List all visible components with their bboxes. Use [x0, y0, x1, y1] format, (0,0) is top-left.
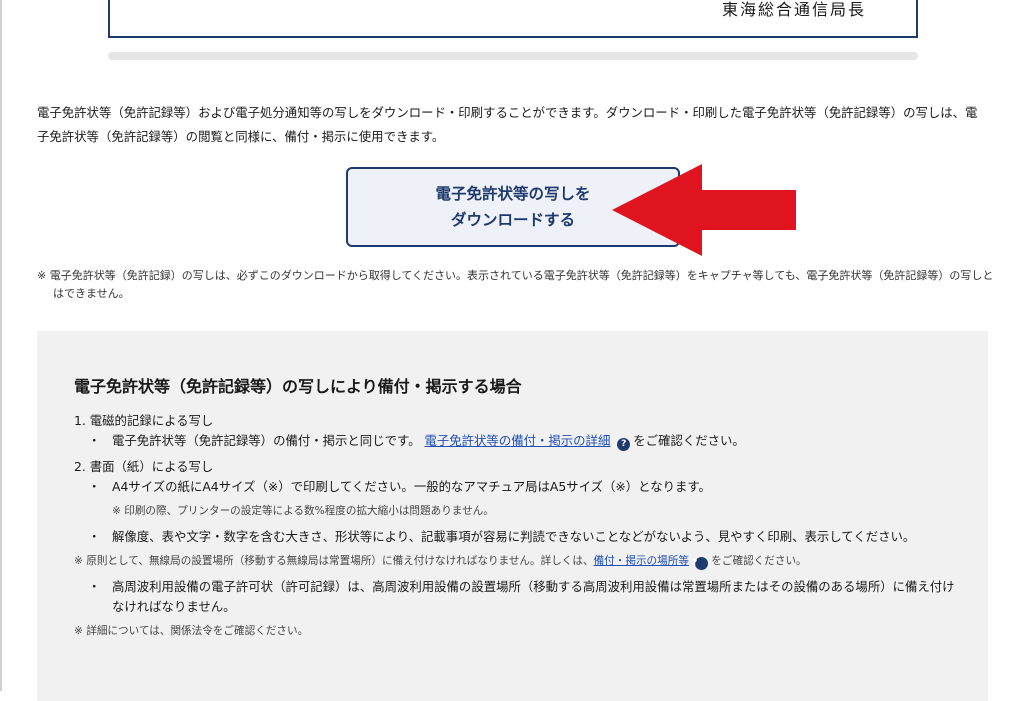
horizontal-scrollbar[interactable] — [108, 52, 918, 60]
download-button-label-1: 電子免許状等の写しを — [435, 185, 591, 203]
info-panel: 電子免許状等（免許記録等）の写しにより備付・掲示する場合 1. 電磁的記録による… — [37, 331, 988, 701]
laws-note: ※ 詳細については、関係法令をご確認ください。 — [74, 625, 309, 637]
intro-text: 電子免許状等（免許記録等）および電子処分通知等の写しをダウンロード・印刷すること… — [37, 105, 978, 144]
placement-note: ※ 原則として、無線局の設置場所（移動する無線局は常置場所）に備え付けなければな… — [74, 551, 964, 571]
section-electronic-bullet: 電子免許状等（免許記録等）の備付・掲示と同じです。 電子免許状等の備付・掲示の詳… — [74, 431, 964, 451]
certificate-box: 東海総合通信局長 — [108, 0, 918, 38]
left-border — [0, 0, 2, 691]
panel-heading: 電子免許状等（免許記録等）の写しにより備付・掲示する場合 — [74, 377, 522, 396]
section-paper-title: 2. 書面（紙）による写し — [74, 459, 214, 474]
bullet-suffix: をご確認ください。 — [633, 433, 745, 448]
bullet-text: 電子免許状等（免許記録等）の備付・掲示と同じです。 — [112, 433, 421, 448]
section-paper-bullet-readability: 解像度、表や文字・数字を含む大きさ、形状等により、記載事項が容易に判読できないこ… — [74, 527, 964, 547]
question-circle-icon[interactable]: ? — [617, 438, 631, 451]
certificate-signer: 東海総合通信局長 — [721, 0, 866, 19]
download-button-label-2: ダウンロードする — [450, 211, 575, 229]
section-paper-bullet-hf-equipment: 高周波利用設備の電子許可状（許可記録）は、高周波利用設備の設置場所（移動する高周… — [74, 577, 964, 617]
placement-note-suffix: をご確認ください。 — [711, 555, 807, 567]
question-circle-icon[interactable]: ? — [692, 557, 709, 570]
placement-details-link[interactable]: 備付・掲示の場所等 — [594, 555, 689, 567]
download-note: ※ 電子免許状等（免許記録）の写しは、必ずこのダウンロードから取得してください。… — [37, 269, 994, 300]
section-paper-bullet-size: A4サイズの紙にA4サイズ（※）で印刷してください。一般的なアマチュア局はA5サ… — [74, 477, 964, 497]
section-electronic-title: 1. 電磁的記録による写し — [74, 413, 214, 428]
placement-note-text: ※ 原則として、無線局の設置場所（移動する無線局は常置場所）に備え付けなければな… — [74, 555, 594, 567]
print-scale-note: ※ 印刷の際、プリンターの設定等による数%程度の拡大縮小は問題ありません。 — [112, 505, 494, 517]
panel-body: 1. 電磁的記録による写し 電子免許状等（免許記録等）の備付・掲示と同じです。 … — [74, 411, 964, 641]
red-arrow-icon — [612, 164, 796, 256]
certificate-display-details-link[interactable]: 電子免許状等の備付・掲示の詳細 — [424, 433, 610, 448]
